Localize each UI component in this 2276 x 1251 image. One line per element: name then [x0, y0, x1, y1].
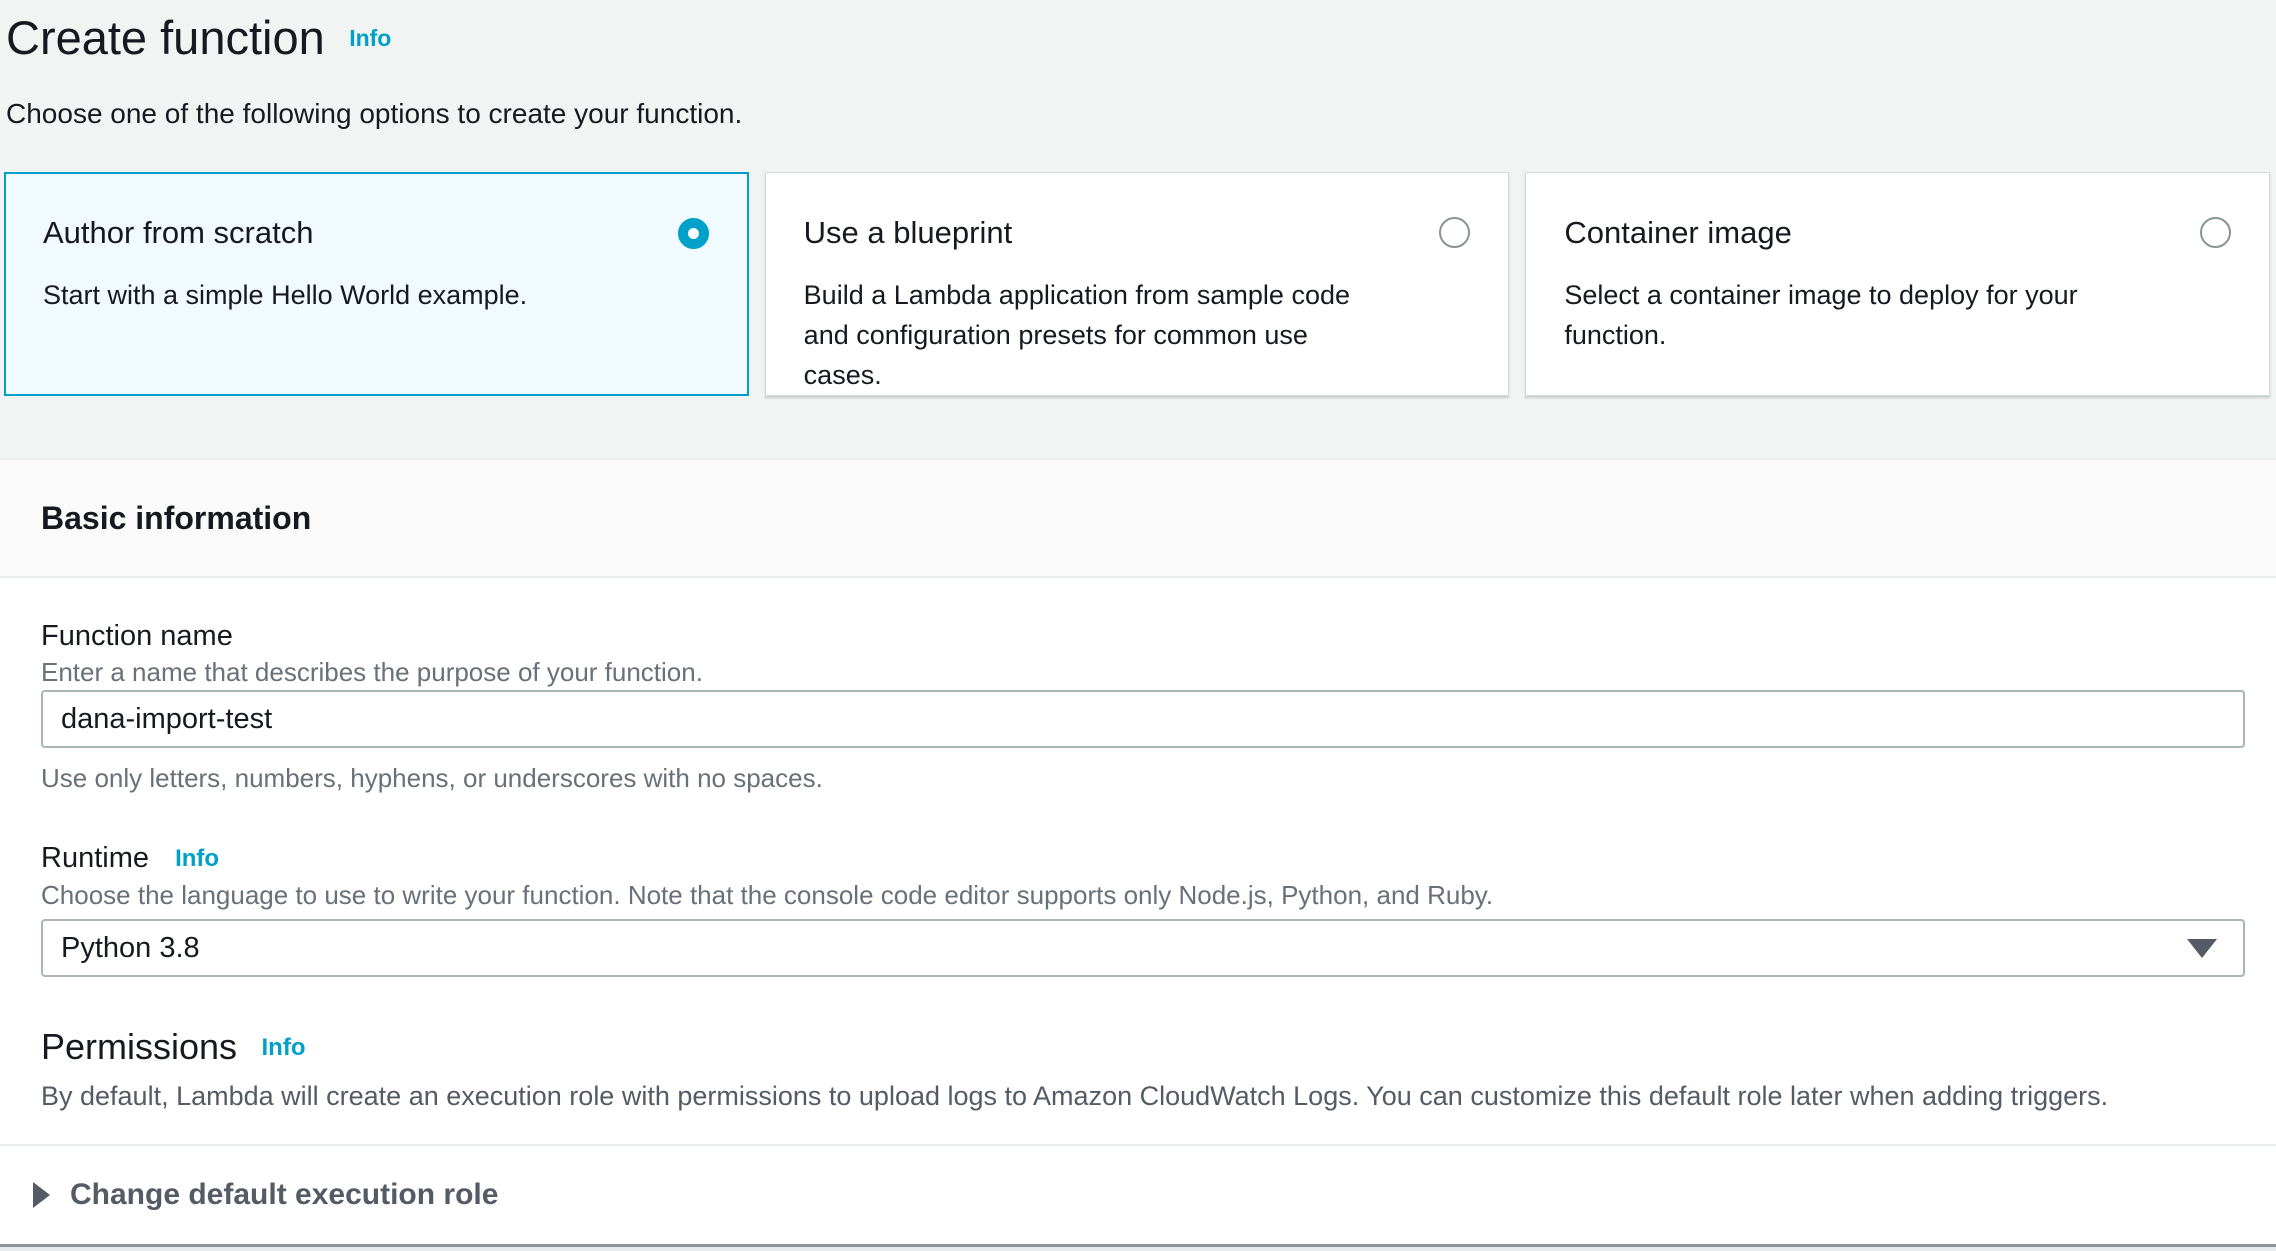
runtime-description: Choose the language to use to write your… — [41, 879, 2245, 911]
function-name-field-group: Function name Enter a name that describe… — [41, 618, 2245, 794]
caret-right-icon — [33, 1182, 50, 1208]
radio-unselected-icon[interactable] — [2200, 217, 2231, 248]
card-description: Select a container image to deploy for y… — [1564, 275, 2233, 355]
radio-selected-icon[interactable] — [678, 218, 709, 249]
page-subtitle: Choose one of the following options to c… — [6, 96, 2270, 132]
expander-label: Change default execution role — [70, 1178, 498, 1212]
basic-information-section-header: Basic information — [0, 458, 2276, 578]
runtime-selected-value: Python 3.8 — [61, 932, 200, 965]
card-use-a-blueprint[interactable]: Use a blueprint Build a Lambda applicati… — [765, 172, 1510, 396]
function-name-label: Function name — [41, 618, 2245, 654]
function-name-description: Enter a name that describes the purpose … — [41, 656, 2245, 688]
runtime-select[interactable]: Python 3.8 — [41, 919, 2245, 977]
change-default-execution-role-expander[interactable]: Change default execution role — [0, 1146, 2276, 1244]
section-title: Basic information — [41, 500, 311, 537]
page-header: Create function Info Choose one of the f… — [0, 0, 2276, 132]
card-author-from-scratch[interactable]: Author from scratch Start with a simple … — [4, 172, 749, 396]
runtime-label: Runtime — [41, 842, 149, 874]
basic-information-panel: Function name Enter a name that describe… — [0, 578, 2276, 1244]
card-title: Use a blueprint — [804, 213, 1473, 253]
runtime-label-row: Runtime Info — [41, 840, 2245, 877]
card-title: Author from scratch — [43, 213, 712, 253]
runtime-info-link[interactable]: Info — [175, 845, 219, 872]
create-function-info-link[interactable]: Info — [349, 25, 391, 51]
card-description: Build a Lambda application from sample c… — [804, 275, 1473, 395]
card-title: Container image — [1564, 213, 2233, 253]
permissions-section: Permissions Info By default, Lambda will… — [41, 1025, 2245, 1113]
runtime-field-group: Runtime Info Choose the language to use … — [41, 840, 2245, 977]
page-title: Create function — [6, 10, 325, 66]
function-name-constraint: Use only letters, numbers, hyphens, or u… — [41, 762, 2245, 794]
card-container-image[interactable]: Container image Select a container image… — [1525, 172, 2270, 396]
permissions-info-link[interactable]: Info — [262, 1034, 306, 1061]
permissions-title: Permissions — [41, 1025, 237, 1069]
function-name-input[interactable] — [41, 690, 2245, 748]
card-description: Start with a simple Hello World example. — [43, 275, 712, 315]
permissions-description: By default, Lambda will create an execut… — [41, 1079, 2245, 1113]
caret-down-icon — [2187, 939, 2217, 958]
bottom-section-edge — [0, 1244, 2276, 1251]
creation-option-cards: Author from scratch Start with a simple … — [4, 172, 2270, 396]
